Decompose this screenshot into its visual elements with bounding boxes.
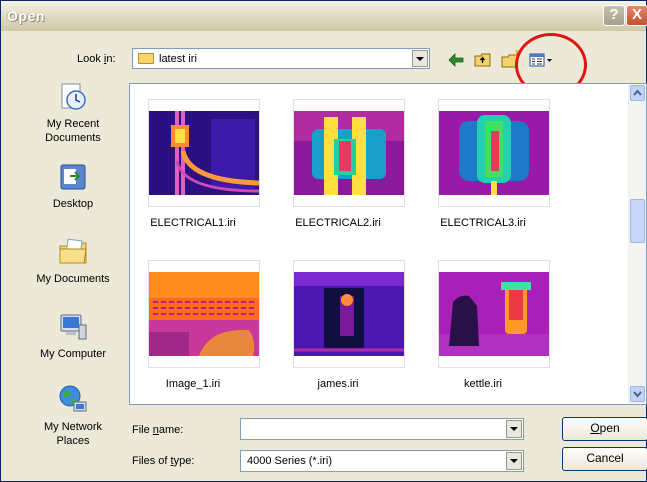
thermal-image — [294, 111, 404, 195]
open-button[interactable]: Open — [562, 417, 647, 441]
vertical-scrollbar[interactable] — [628, 84, 646, 404]
dialog-title: Open — [7, 8, 45, 24]
file-name-label[interactable]: ELECTRICAL3.iri — [413, 217, 553, 229]
file-name-label[interactable]: Image_1.iri — [123, 378, 263, 390]
chevron-down-icon[interactable] — [412, 50, 428, 67]
my-computer-icon — [60, 314, 87, 340]
place-label: Desktop — [52, 198, 94, 210]
file-name-label[interactable]: ELECTRICAL1.iri — [123, 217, 263, 229]
up-folder-icon[interactable] — [473, 50, 493, 70]
recent-documents-icon — [61, 83, 86, 110]
file-name-label[interactable]: james.iri — [268, 378, 408, 390]
place-network-places[interactable]: My Network Places — [23, 384, 123, 448]
open-dialog: Open ? X Look in: latest iri My Recent D… — [0, 0, 647, 482]
scroll-up-button[interactable] — [630, 85, 645, 101]
place-label: My Recent — [46, 118, 100, 130]
file-name-label[interactable]: kettle.iri — [413, 378, 553, 390]
scrollbar-thumb[interactable] — [630, 199, 645, 243]
chevron-down-icon[interactable] — [506, 420, 522, 438]
title-bar[interactable]: Open ? X — [1, 1, 647, 31]
files-of-type-dropdown[interactable]: 4000 Series (*.iri) — [240, 450, 524, 472]
file-thumbnail[interactable] — [148, 99, 260, 207]
file-thumbnail[interactable] — [293, 99, 405, 207]
thermal-image — [149, 272, 259, 356]
file-list-view[interactable]: ELECTRICAL1.iri ELECTRICAL2.iri ELECTRIC… — [129, 83, 647, 405]
thermal-image — [294, 272, 404, 356]
help-button[interactable]: ? — [603, 5, 625, 26]
folder-icon — [138, 53, 154, 64]
file-thumbnail[interactable] — [148, 260, 260, 368]
place-my-documents[interactable]: My Documents — [23, 236, 123, 286]
cancel-button[interactable]: Cancel — [562, 447, 647, 471]
file-name-input[interactable] — [240, 418, 524, 440]
look-in-label: Look in: — [77, 53, 116, 65]
network-places-icon — [59, 385, 87, 412]
place-label: Places — [56, 435, 90, 447]
thermal-image — [439, 111, 549, 195]
desktop-icon — [60, 164, 86, 190]
back-icon[interactable] — [447, 50, 465, 70]
my-documents-icon — [59, 238, 87, 264]
close-button[interactable]: X — [626, 5, 647, 26]
files-of-type-label: Files of type: — [132, 455, 195, 467]
file-name-label[interactable]: ELECTRICAL2.iri — [268, 217, 408, 229]
thermal-image — [439, 272, 549, 356]
look-in-value: latest iri — [159, 53, 197, 65]
scroll-down-button[interactable] — [630, 386, 645, 402]
file-thumbnail[interactable] — [293, 260, 405, 368]
chevron-down-icon — [633, 391, 642, 398]
place-label: Documents — [45, 132, 101, 144]
place-my-computer[interactable]: My Computer — [23, 311, 123, 361]
chevron-up-icon — [633, 89, 642, 96]
file-thumbnail[interactable] — [438, 260, 550, 368]
place-label: My Documents — [36, 273, 110, 285]
look-in-dropdown[interactable]: latest iri — [132, 48, 430, 69]
place-label: My Computer — [39, 348, 107, 360]
place-recent-documents[interactable]: My Recent Documents — [23, 81, 123, 145]
file-name-label-text: File name: — [132, 424, 184, 436]
chevron-down-icon[interactable] — [506, 452, 522, 470]
place-label: My Network — [43, 421, 103, 433]
places-bar: My Recent Documents Desktop My Documents — [23, 81, 121, 456]
files-of-type-value: 4000 Series (*.iri) — [247, 455, 332, 467]
place-desktop[interactable]: Desktop — [23, 161, 123, 211]
thermal-image — [149, 111, 259, 195]
file-thumbnail[interactable] — [438, 99, 550, 207]
